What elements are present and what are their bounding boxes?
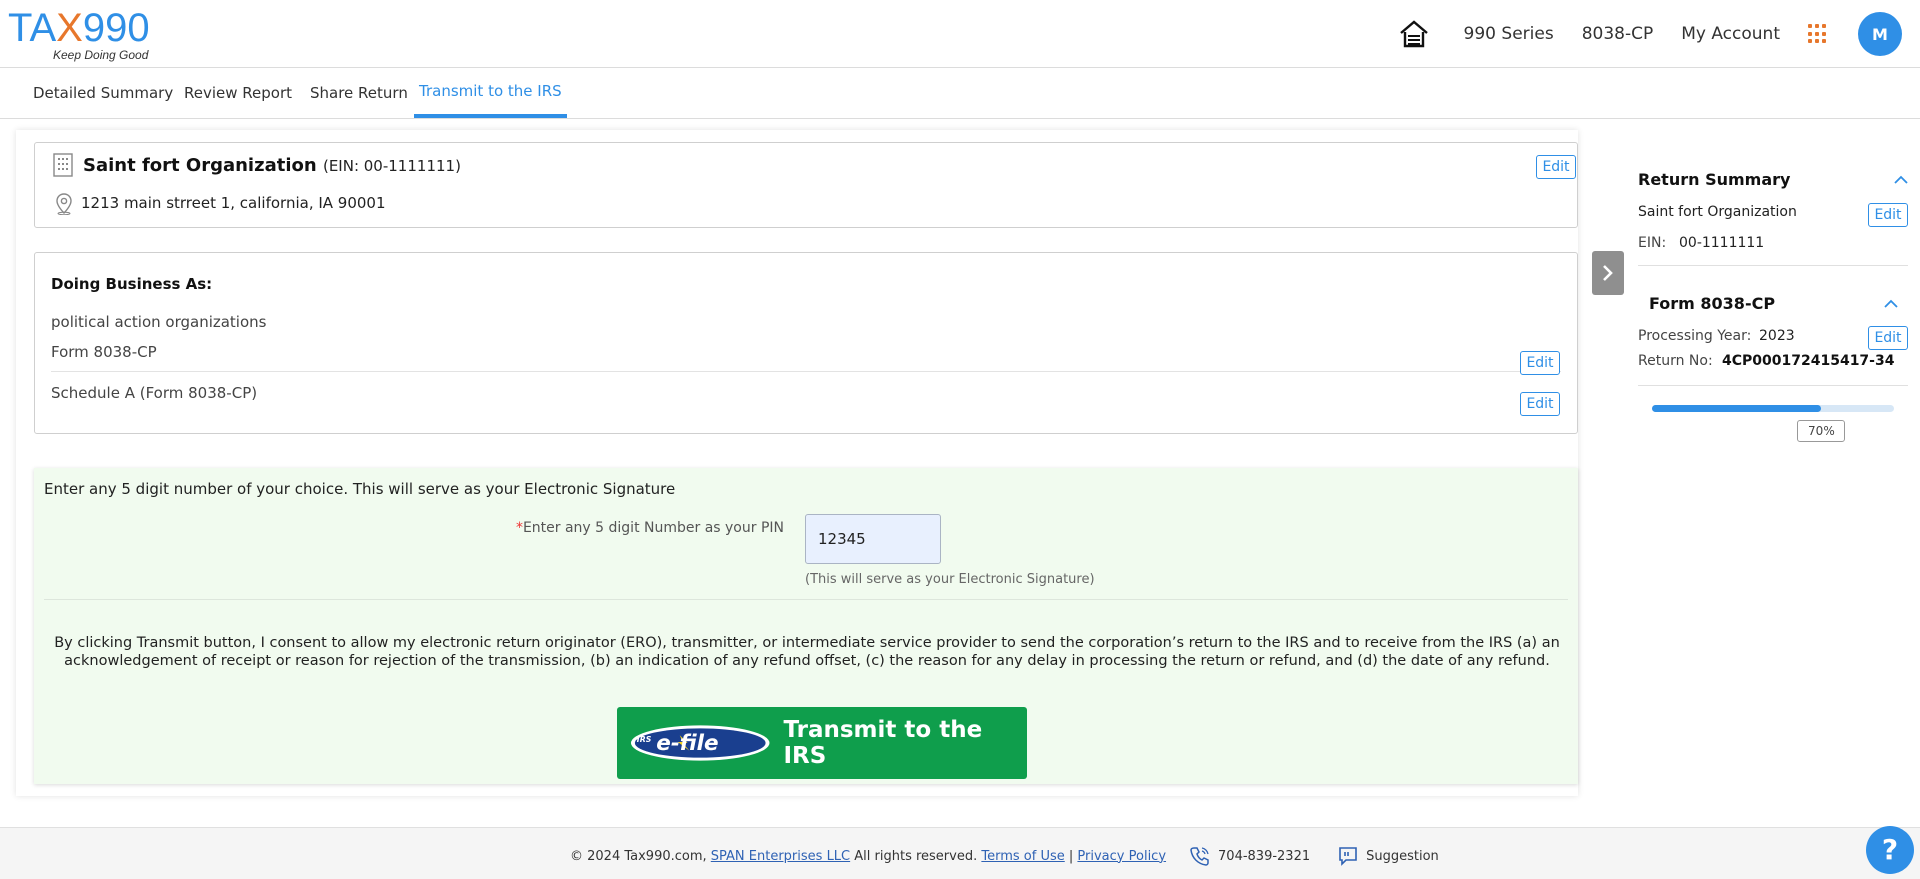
irs-efile-logo-icon: IRS e-file xyxy=(630,725,770,761)
header-nav: 990 Series 8038-CP My Account M xyxy=(1398,0,1920,68)
processing-year-value: 2023 xyxy=(1759,328,1795,344)
logo-text-b: 990 xyxy=(82,6,150,50)
transmit-button-label: Transmit to the IRS xyxy=(783,717,983,769)
form-label: Form 8038-CP xyxy=(51,343,157,361)
form-row-schedule-a: Schedule A (Form 8038-CP) xyxy=(51,373,1561,413)
summary-org-name: Saint fort Organization xyxy=(1638,204,1797,220)
progress-bar xyxy=(1652,405,1894,412)
tab-review-report[interactable]: Review Report xyxy=(184,68,292,118)
tax990-logo[interactable]: TAX990 Keep Doing Good xyxy=(8,6,168,64)
span-enterprises-link[interactable]: SPAN Enterprises LLC xyxy=(711,849,850,864)
toggle-summary-panel-button[interactable] xyxy=(1592,251,1624,295)
footer-copyright: © 2024 Tax990.com, xyxy=(570,848,707,864)
divider xyxy=(1638,265,1908,266)
terms-of-use-link[interactable]: Terms of Use xyxy=(981,849,1064,864)
tab-share-return[interactable]: Share Return xyxy=(310,68,408,118)
chevron-up-icon[interactable] xyxy=(1894,175,1908,185)
return-summary-title: Return Summary xyxy=(1638,170,1791,189)
doing-business-as-box: Doing Business As: political action orga… xyxy=(34,252,1578,434)
processing-year-label: Processing Year: xyxy=(1638,328,1752,344)
chevron-up-icon[interactable] xyxy=(1884,299,1898,309)
footer-rights: All rights reserved. xyxy=(854,848,978,864)
nav-8038-cp[interactable]: 8038-CP xyxy=(1582,24,1654,44)
summary-ein-label: EIN: xyxy=(1638,235,1667,251)
top-header: TAX990 Keep Doing Good 990 Series 8038-C… xyxy=(0,0,1920,68)
apps-grid-icon[interactable] xyxy=(1808,24,1828,44)
phone-icon xyxy=(1190,847,1209,866)
signature-intro: Enter any 5 digit number of your choice.… xyxy=(44,480,676,498)
progress-percent-label: 70% xyxy=(1797,420,1846,442)
page-footer: © 2024 Tax990.com, SPAN Enterprises LLC … xyxy=(0,827,1920,879)
location-pin-icon xyxy=(56,193,72,215)
nav-990-series[interactable]: 990 Series xyxy=(1464,24,1554,44)
organization-info-box: Saint fort Organization (EIN: 00-1111111… xyxy=(34,142,1578,228)
logo-tagline: Keep Doing Good xyxy=(53,48,149,62)
dba-value: political action organizations xyxy=(51,313,267,331)
form-label: Schedule A (Form 8038-CP) xyxy=(51,384,258,402)
edit-summary-org-button[interactable]: Edit xyxy=(1868,203,1908,227)
organization-name: Saint fort Organization xyxy=(83,155,317,176)
logo-text-a: TA xyxy=(8,6,57,50)
divider xyxy=(44,599,1568,600)
tab-transmit-to-irs[interactable]: Transmit to the IRS xyxy=(414,68,567,118)
pin-input[interactable] xyxy=(805,514,941,564)
efile-irs-text: IRS xyxy=(637,735,652,744)
user-avatar[interactable]: M xyxy=(1858,12,1902,56)
edit-organization-button[interactable]: Edit xyxy=(1536,155,1576,179)
summary-form-title: Form 8038-CP xyxy=(1649,294,1776,313)
progress-fill xyxy=(1652,405,1822,412)
efile-text: e-file xyxy=(656,731,718,756)
return-tabs: Detailed Summary Review Report Share Ret… xyxy=(0,68,1920,119)
electronic-signature-box: Enter any 5 digit number of your choice.… xyxy=(34,468,1578,784)
transmit-to-irs-button[interactable]: IRS e-file Transmit to the IRS xyxy=(617,707,1027,779)
pin-label: *Enter any 5 digit Number as your PIN xyxy=(515,520,784,536)
form-row-8038-cp: Form 8038-CP xyxy=(51,332,1561,372)
return-no-label: Return No: xyxy=(1638,353,1713,369)
nav-my-account[interactable]: My Account xyxy=(1681,24,1780,44)
pin-hint: (This will serve as your Electronic Sign… xyxy=(805,572,1095,587)
chevron-right-icon xyxy=(1603,265,1613,281)
dba-title: Doing Business As: xyxy=(51,275,213,293)
return-no-value: 4CP000172415417-34 xyxy=(1722,353,1895,369)
footer-separator: | xyxy=(1068,848,1074,864)
organization-ein: (EIN: 00-1111111) xyxy=(322,157,461,175)
main-content-card: Saint fort Organization (EIN: 00-1111111… xyxy=(16,130,1578,796)
divider xyxy=(1638,385,1908,386)
tab-detailed-summary[interactable]: Detailed Summary xyxy=(33,68,173,118)
suggestion-icon xyxy=(1339,847,1357,866)
privacy-policy-link[interactable]: Privacy Policy xyxy=(1077,849,1166,864)
edit-summary-form-button[interactable]: Edit xyxy=(1868,326,1908,350)
consent-text: By clicking Transmit button, I consent t… xyxy=(54,635,1560,669)
edit-form-8038-cp-button[interactable]: Edit xyxy=(1520,351,1560,375)
edit-schedule-a-button[interactable]: Edit xyxy=(1520,392,1560,416)
home-icon[interactable] xyxy=(1398,18,1430,50)
required-mark: * xyxy=(515,520,523,536)
organization-address: 1213 main strreet 1, california, IA 9000… xyxy=(81,194,386,212)
building-icon xyxy=(53,153,73,177)
logo-text-x: X xyxy=(56,6,83,50)
footer-phone[interactable]: 704-839-2321 xyxy=(1218,849,1310,864)
suggestion-link[interactable]: Suggestion xyxy=(1366,849,1439,864)
help-button[interactable]: ? xyxy=(1866,826,1914,874)
summary-ein-value: 00-1111111 xyxy=(1679,235,1765,251)
